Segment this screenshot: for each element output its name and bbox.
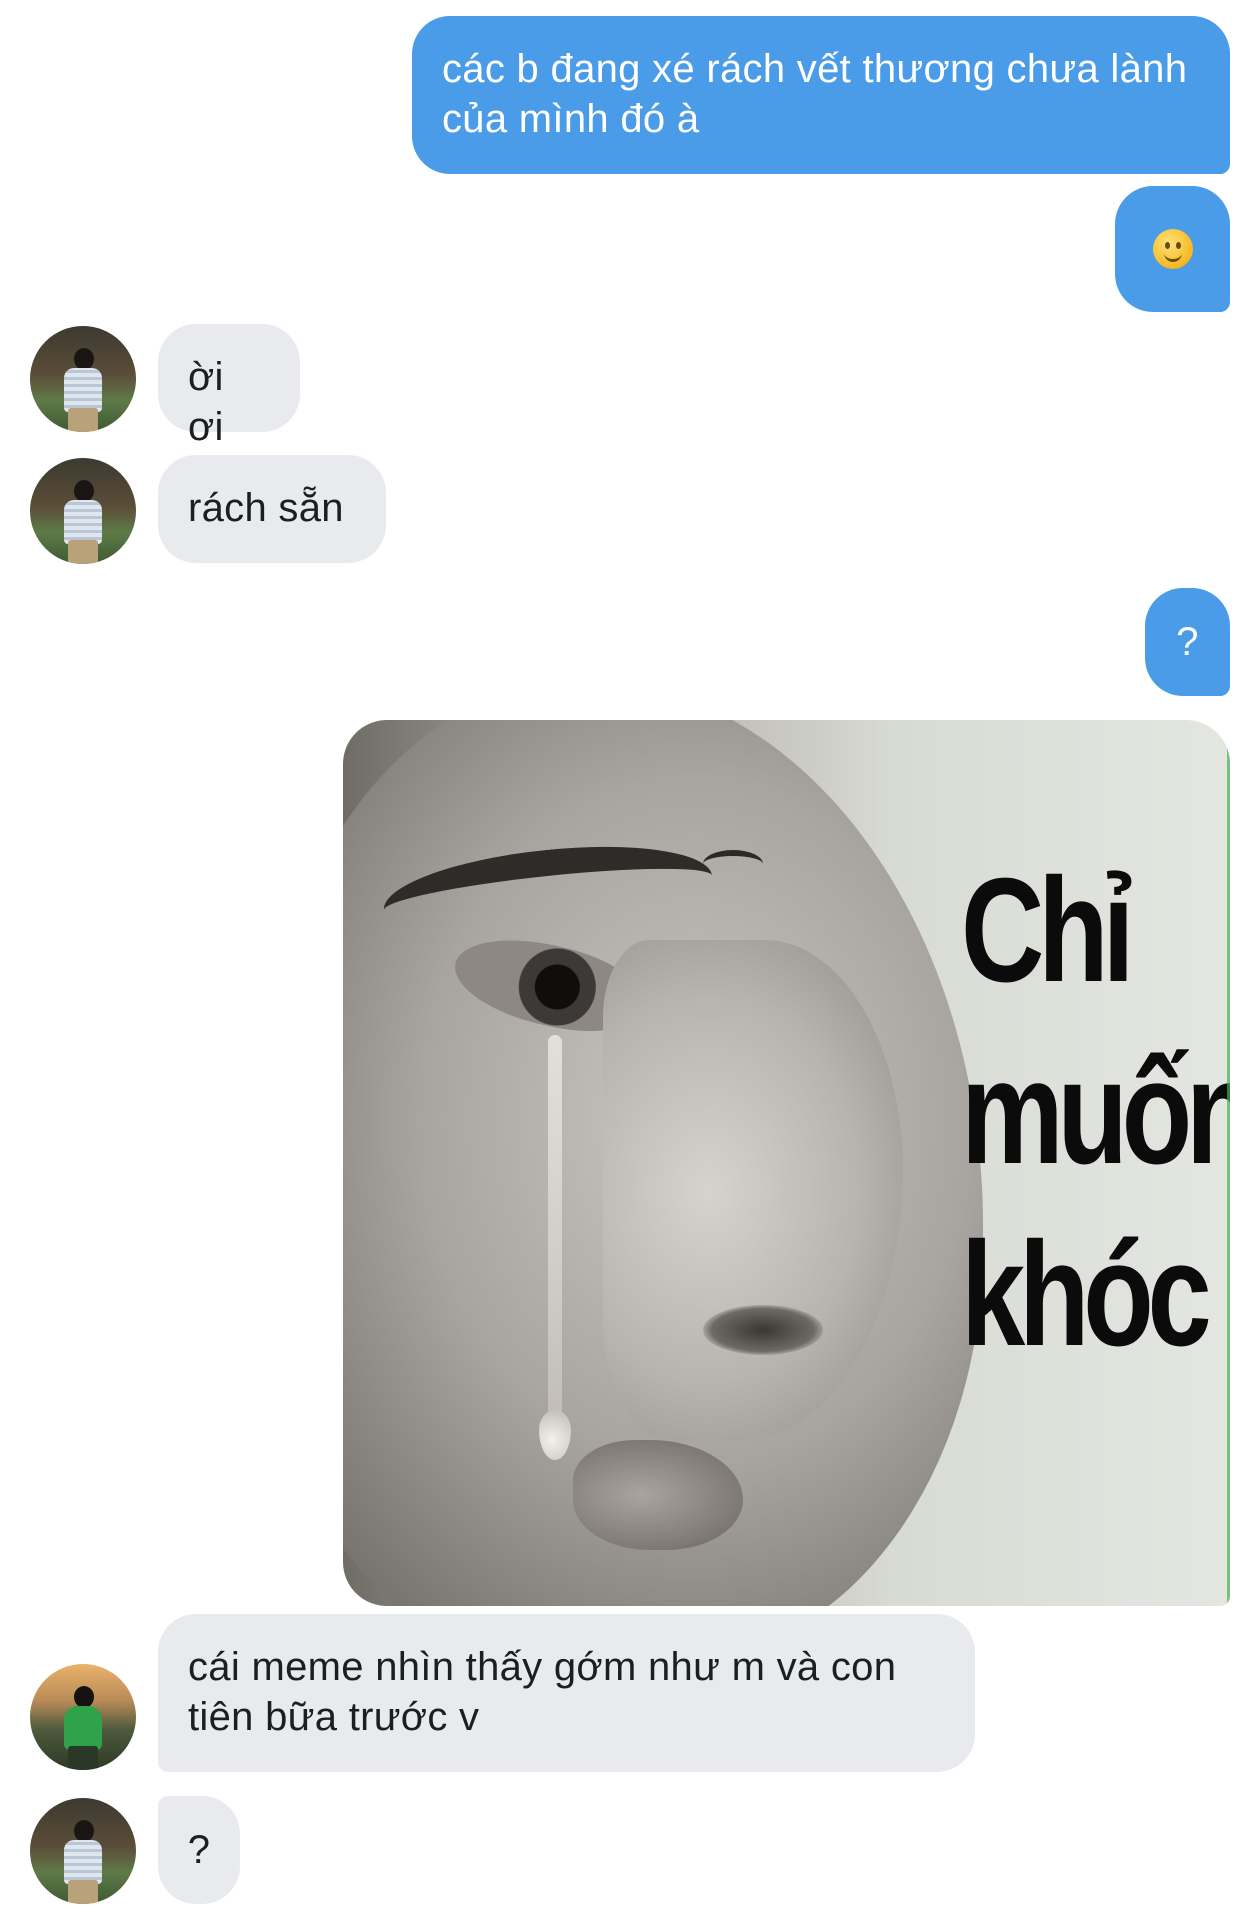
message-text: ? (187, 1828, 211, 1872)
meme-caption-line: Chỉ (961, 848, 1134, 1013)
meme-caption-line: khóc (961, 1212, 1212, 1377)
avatar[interactable] (30, 326, 136, 432)
meme-image[interactable]: Chỉ muốn khóc (343, 720, 1230, 1606)
chat-thread: các b đang xé rách vết thương chưa lành … (0, 0, 1257, 1920)
message-text: ? (1176, 620, 1199, 664)
avatar[interactable] (30, 458, 136, 564)
message-incoming[interactable]: ời ơi (158, 324, 300, 449)
message-text: rách sẵn (188, 486, 344, 530)
message-text: cái meme nhìn thấy gớm như m và con tiên… (188, 1645, 897, 1739)
slightly-smiling-face-icon (1152, 229, 1193, 269)
avatar[interactable] (30, 1798, 136, 1904)
message-outgoing-emoji[interactable] (1115, 186, 1230, 312)
meme-caption-line: muốn (961, 1030, 1230, 1195)
message-incoming[interactable]: ? (158, 1796, 240, 1904)
message-incoming[interactable]: cái meme nhìn thấy gớm như m và con tiên… (158, 1614, 975, 1772)
message-outgoing[interactable]: ? (1145, 588, 1230, 696)
avatar[interactable] (30, 1664, 136, 1770)
message-outgoing[interactable]: các b đang xé rách vết thương chưa lành … (412, 16, 1230, 174)
message-incoming[interactable]: rách sẵn (158, 455, 386, 563)
meme-caption: Chỉ muốn khóc (961, 840, 1230, 1386)
tear-illustration (548, 1035, 562, 1455)
message-text: các b đang xé rách vết thương chưa lành … (442, 47, 1188, 141)
message-text: ời ơi (188, 355, 224, 449)
